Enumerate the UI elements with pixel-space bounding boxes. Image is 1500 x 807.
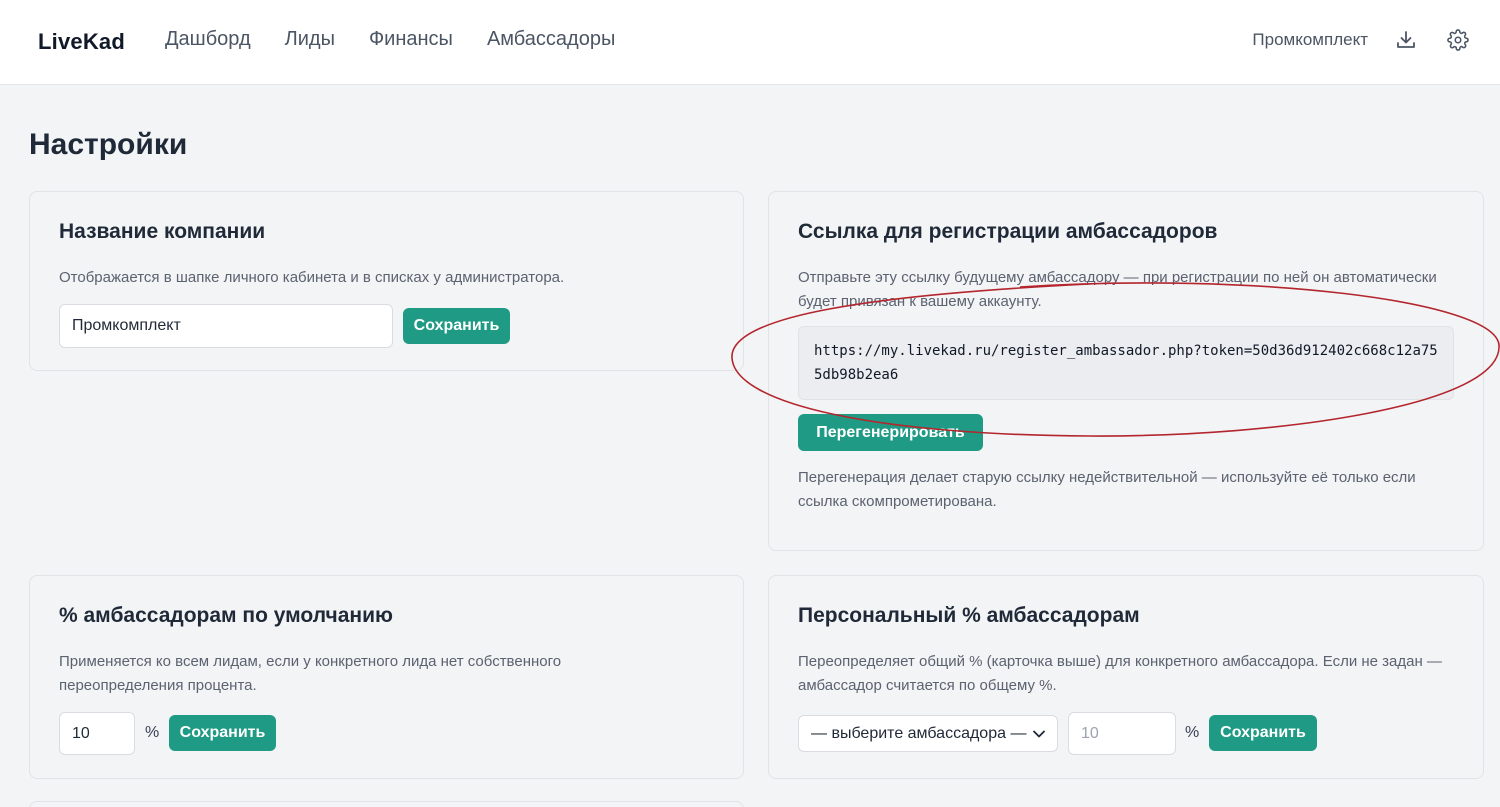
company-name-link[interactable]: Промкомплект <box>1252 30 1368 50</box>
nav-ambassadors[interactable]: Амбассадоры <box>487 28 615 51</box>
personal-percent-card: Персональный % амбассадорам Переопределя… <box>768 575 1484 779</box>
card-description: Отправьте эту ссылку будущему амбассадор… <box>798 269 1437 310</box>
brand-logo[interactable]: LiveKad <box>38 29 125 55</box>
company-name-input[interactable]: Промкомплект <box>59 304 393 348</box>
save-company-button[interactable]: Сохранить <box>403 308 510 344</box>
save-default-percent-button[interactable]: Сохранить <box>169 715 276 751</box>
main-nav: Дашборд Лиды Финансы Амбассадоры <box>165 28 649 51</box>
default-percent-input[interactable]: 10 <box>59 712 135 755</box>
percent-sign: % <box>145 724 160 741</box>
registration-link-card: Ссылка для регистрации амбассадоров Отпр… <box>768 191 1484 551</box>
download-icon[interactable] <box>1394 28 1418 52</box>
nav-dashboard[interactable]: Дашборд <box>165 28 251 51</box>
header-actions: Промкомплект <box>1252 28 1470 52</box>
card-title: Ссылка для регистрации амбассадоров <box>798 220 1218 243</box>
next-card-partial <box>29 801 744 807</box>
nav-finance[interactable]: Финансы <box>369 28 453 51</box>
card-title: Персональный % амбассадорам <box>798 604 1140 627</box>
card-description: Отображается в шапке личного кабинета и … <box>59 269 565 286</box>
save-personal-percent-button[interactable]: Сохранить <box>1209 715 1317 751</box>
ambassador-select-value: — выберите амбассадора — <box>811 724 1027 742</box>
chevron-down-icon <box>1033 730 1045 737</box>
personal-percent-input[interactable]: 10 <box>1068 712 1176 755</box>
default-percent-card: % амбассадорам по умолчанию Применяется … <box>29 575 744 779</box>
card-title: % амбассадорам по умолчанию <box>59 604 393 627</box>
card-title: Название компании <box>59 220 266 243</box>
card-description: Переопределяет общий % (карточка выше) д… <box>798 653 1442 694</box>
top-navbar: LiveKad Дашборд Лиды Финансы Амбассадоры… <box>0 0 1500 85</box>
percent-sign: % <box>1185 724 1200 741</box>
company-name-card: Название компании Отображается в шапке л… <box>29 191 744 371</box>
regenerate-note: Перегенерация делает старую ссылку недей… <box>798 469 1416 510</box>
card-description: Применяется ко всем лидам, если у конкре… <box>59 653 562 694</box>
ambassador-select[interactable]: — выберите амбассадора — <box>798 715 1058 752</box>
nav-leads[interactable]: Лиды <box>285 28 335 51</box>
registration-link-url[interactable]: https://my.livekad.ru/register_ambassado… <box>798 326 1454 400</box>
page-title: Настройки <box>29 128 188 161</box>
regenerate-button[interactable]: Перегенерировать <box>798 414 983 451</box>
gear-icon[interactable] <box>1446 28 1470 52</box>
